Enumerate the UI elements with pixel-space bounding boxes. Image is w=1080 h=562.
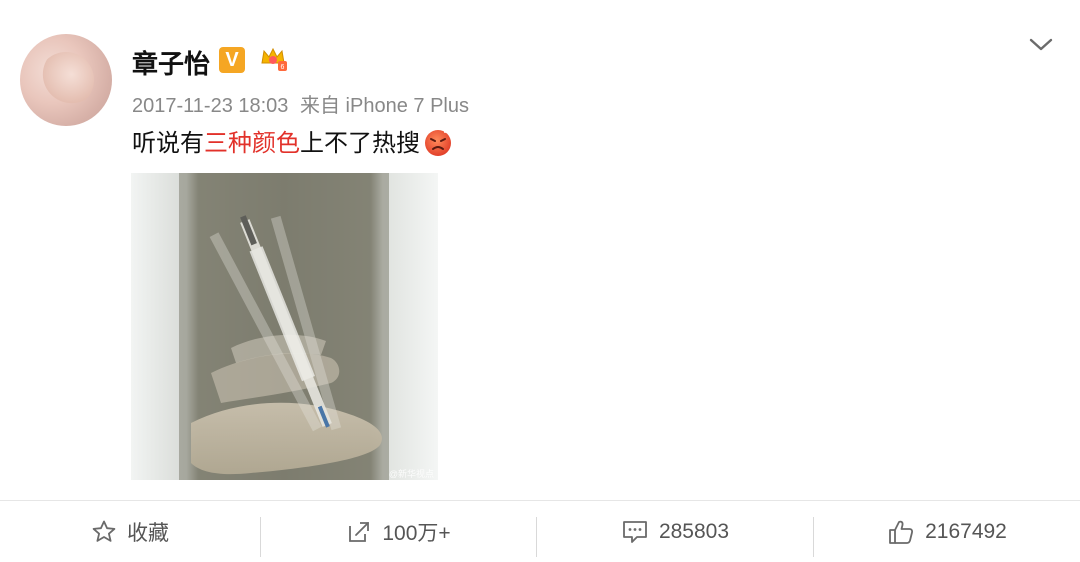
post-source[interactable]: 来自 iPhone 7 Plus bbox=[300, 95, 469, 117]
vip-crown-icon: 6 bbox=[258, 43, 288, 73]
thumbs-up-icon bbox=[889, 520, 914, 544]
star-icon bbox=[92, 520, 116, 542]
post-timestamp: 2017-11-23 18:03 bbox=[132, 95, 289, 117]
repost-count: 100万+ bbox=[382, 521, 451, 545]
comment-button[interactable]: 285803 bbox=[537, 501, 813, 562]
chevron-down-icon[interactable] bbox=[1028, 32, 1054, 58]
like-count: 2167492 bbox=[925, 519, 1007, 543]
favorite-button[interactable]: 收藏 bbox=[0, 501, 260, 562]
image-watermark: @新华视点 bbox=[388, 469, 434, 479]
verified-badge-icon: V bbox=[219, 47, 245, 73]
comment-icon bbox=[623, 520, 647, 543]
action-bar: 收藏 100万+ 285803 2167492 bbox=[0, 501, 1080, 562]
syringe-photo bbox=[131, 173, 438, 480]
post-text-highlight: 三种颜色 bbox=[204, 130, 300, 157]
post-image[interactable]: @新华视点 bbox=[131, 173, 438, 480]
repost-icon bbox=[349, 521, 370, 542]
svg-text:6: 6 bbox=[281, 64, 285, 71]
post-text-after: 上不了热搜 bbox=[300, 130, 420, 157]
comment-count: 285803 bbox=[658, 519, 730, 543]
like-button[interactable]: 2167492 bbox=[814, 501, 1080, 562]
avatar-image bbox=[38, 52, 94, 108]
post-text: 听说有三种颜色上不了热搜 bbox=[132, 124, 454, 161]
angry-emoji-icon bbox=[422, 124, 454, 158]
post-meta: 2017-11-23 18:03 来自 iPhone 7 Plus bbox=[132, 89, 469, 118]
username[interactable]: 章子怡 bbox=[132, 44, 210, 81]
repost-button[interactable]: 100万+ bbox=[261, 501, 536, 562]
post-text-before: 听说有 bbox=[132, 130, 204, 157]
avatar[interactable] bbox=[20, 34, 112, 126]
favorite-label: 收藏 bbox=[127, 521, 169, 545]
